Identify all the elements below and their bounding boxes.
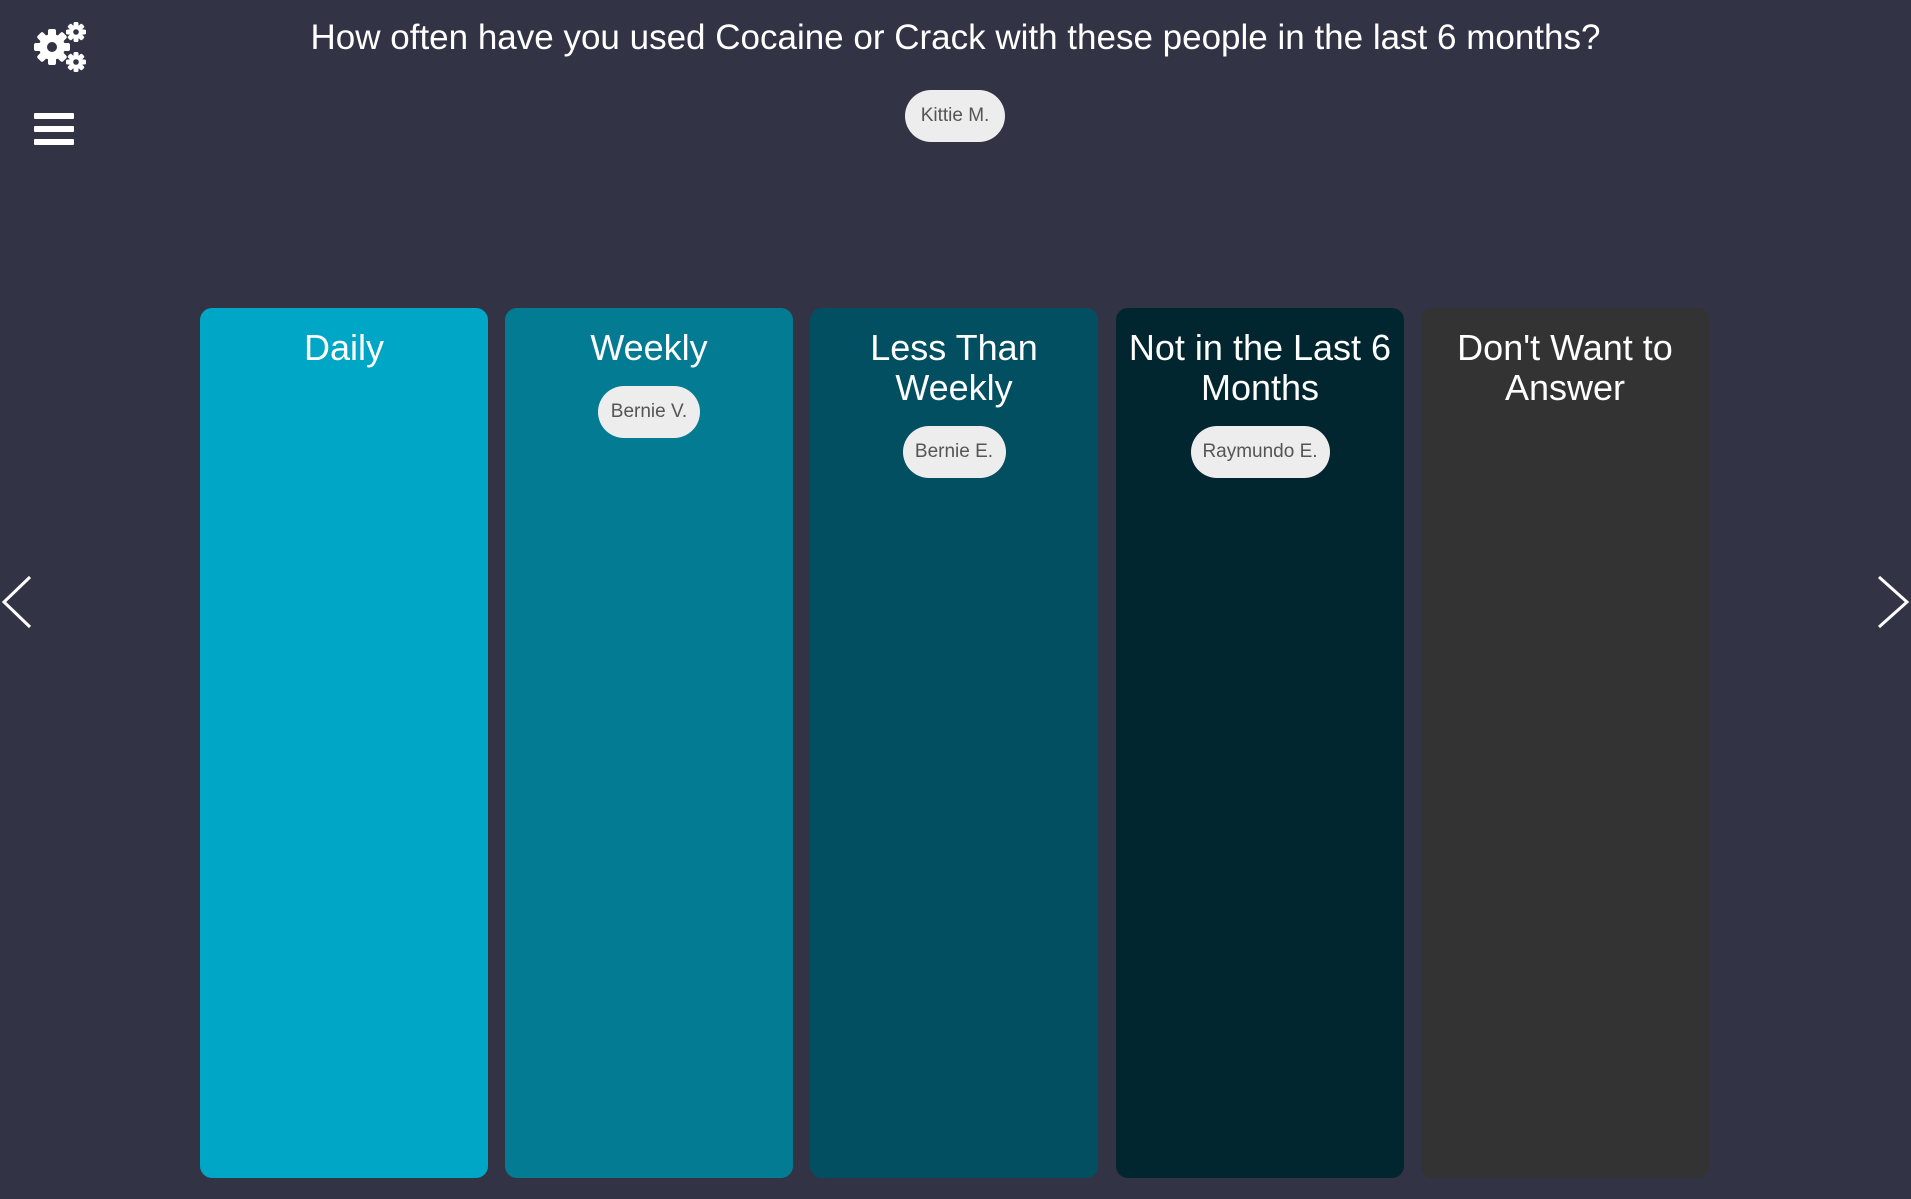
column-title: Less Than Weekly <box>870 327 1038 408</box>
pending-person-chip[interactable]: Kittie M. <box>905 90 1005 142</box>
column-title: Not in the Last 6 Months <box>1128 327 1392 408</box>
column-title: Daily <box>303 327 384 368</box>
hamburger-menu-icon[interactable] <box>32 110 78 150</box>
column-less-than-weekly[interactable]: Less Than Weekly Bernie E. <box>810 308 1098 1178</box>
column-daily[interactable]: Daily <box>200 308 488 1178</box>
person-chip[interactable]: Bernie E. <box>902 426 1006 478</box>
column-title: Don't Want to Answer <box>1457 327 1673 408</box>
column-not-in-last-6-months[interactable]: Not in the Last 6 Months Raymundo E. <box>1116 308 1404 1178</box>
column-weekly[interactable]: Weekly Bernie V. <box>505 308 793 1178</box>
question-title: How often have you used Cocaine or Crack… <box>310 18 1601 57</box>
person-chip[interactable]: Raymundo E. <box>1190 426 1330 478</box>
person-chip[interactable]: Bernie V. <box>598 386 700 438</box>
column-dont-want-to-answer[interactable]: Don't Want to Answer <box>1421 308 1709 1178</box>
chevron-left-icon[interactable] <box>0 575 36 629</box>
column-title: Weekly <box>590 327 708 368</box>
chevron-right-icon[interactable] <box>1875 575 1911 629</box>
